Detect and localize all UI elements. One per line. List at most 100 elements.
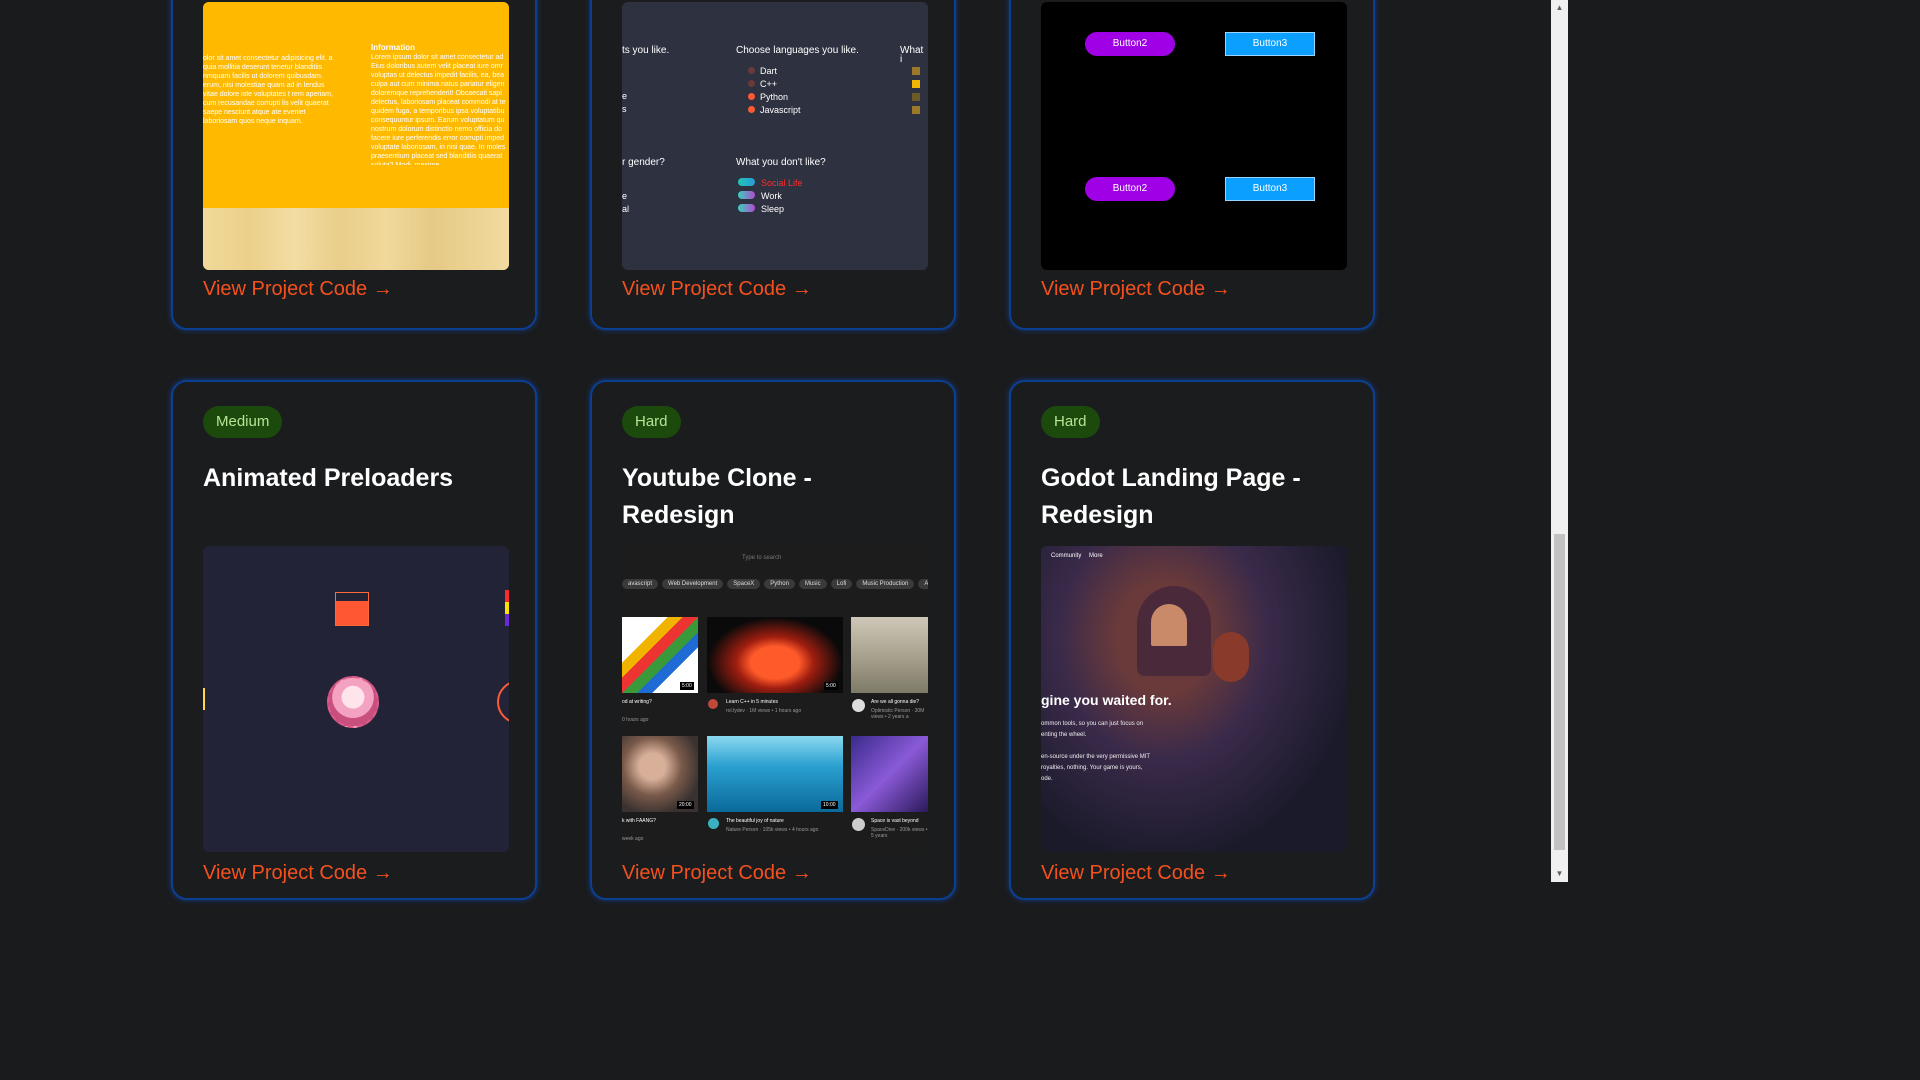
toggle-item[interactable]: Work	[738, 191, 803, 204]
video-duration: 20:00	[677, 801, 694, 809]
checkbox-label: Dart	[760, 66, 778, 76]
preview-wood-strip	[203, 208, 509, 270]
filter-chip[interactable]: Python	[764, 579, 795, 589]
preloader-square	[335, 592, 369, 626]
avatar	[327, 676, 379, 728]
demo-button[interactable]: Button2	[1085, 177, 1175, 201]
project-preview-image	[203, 546, 509, 852]
view-project-code-link[interactable]: View Project Code →	[622, 862, 812, 885]
preloader-ring	[497, 680, 509, 724]
video-thumbnail[interactable]	[851, 617, 928, 693]
toggle-switch[interactable]	[738, 204, 755, 212]
project-card-2: ts you like. Choose languages you like. …	[590, 0, 956, 330]
video-duration: 10:00	[821, 801, 838, 809]
toggle-label: Work	[761, 191, 782, 201]
video-meta: Nature Person · 105k views • 4 hours ago	[726, 827, 819, 833]
view-project-code-link[interactable]: View Project Code →	[203, 862, 393, 885]
view-project-code-link[interactable]: View Project Code →	[622, 278, 812, 301]
project-preview-image: Button2 Button3 Button2 Button3	[1041, 2, 1347, 270]
hero-text: ode.	[1041, 776, 1053, 782]
page-scrollbar[interactable]: ▲ ▼	[1551, 0, 1568, 882]
toggle-item[interactable]: Social Life	[738, 178, 803, 191]
preview-left-text: olor sit amet consectetur adipisicing el…	[203, 55, 333, 125]
filter-chip[interactable]: Anime	[918, 579, 928, 589]
video-thumbnail[interactable]	[707, 617, 843, 693]
toggle-switch[interactable]	[738, 178, 755, 186]
video-duration: 5:00	[680, 682, 694, 690]
video-title[interactable]: od at writing?	[622, 699, 652, 705]
checkbox-item[interactable]: Dart	[748, 66, 801, 79]
search-input[interactable]: Type to search	[742, 555, 781, 561]
view-project-code-link[interactable]: View Project Code →	[1041, 278, 1231, 301]
checkbox-label: C++	[760, 79, 778, 89]
checkbox-label: Python	[760, 92, 789, 102]
preview-right-text: Lorem ipsum dolor sit amet consectetur a…	[371, 54, 506, 165]
left-mark: e	[622, 191, 628, 201]
checkbox-item[interactable]: Python	[748, 92, 801, 105]
channel-avatar	[852, 818, 865, 831]
nav-item[interactable]: Community	[1051, 553, 1081, 559]
check-icon	[748, 106, 755, 113]
view-project-code-link[interactable]: View Project Code →	[203, 278, 393, 301]
hero-headline: gine you waited for.	[1041, 692, 1172, 708]
left-mark: s	[622, 104, 627, 114]
scroll-down-arrow-icon[interactable]: ▼	[1554, 868, 1565, 880]
toggle-switch[interactable]	[738, 191, 755, 199]
toggle-label: Sleep	[761, 204, 785, 214]
filter-chip[interactable]: Lofi	[830, 579, 853, 589]
toggle-label: Social Life	[761, 178, 803, 188]
checkbox-icon	[912, 106, 920, 114]
checkbox-item[interactable]: Javascript	[748, 105, 801, 118]
checkbox-icon	[912, 67, 920, 75]
project-preview-image: Community More gine you waited for. ommo…	[1041, 546, 1347, 852]
demo-button[interactable]: Button3	[1225, 177, 1315, 201]
project-title: Godot Landing Page - Redesign	[1041, 464, 1301, 529]
preview-question: ts you like.	[622, 45, 670, 56]
toggle-item[interactable]: Sleep	[738, 204, 803, 217]
filter-chip[interactable]: Music	[798, 579, 827, 589]
scroll-up-arrow-icon[interactable]: ▲	[1554, 2, 1565, 14]
video-title[interactable]: Learn C++ in 5 minutes	[726, 699, 778, 705]
video-title[interactable]: Space is vast beyond	[871, 818, 919, 824]
channel-avatar	[852, 699, 865, 712]
left-mark: e	[622, 91, 628, 101]
project-title: Youtube Clone - Redesign	[622, 464, 812, 529]
checkbox-icon	[912, 93, 920, 101]
scene-character	[1213, 632, 1249, 682]
chip-row: avascript Web Development SpaceX Python Musi…	[622, 572, 928, 590]
demo-button[interactable]: Button3	[1225, 32, 1315, 56]
hero-text: en-source under the very permissive MIT	[1041, 754, 1151, 760]
filter-chip[interactable]: avascript	[622, 579, 659, 589]
difficulty-badge: Hard	[622, 406, 681, 438]
toggle-list: Social Life Work Sleep	[738, 178, 803, 217]
demo-button[interactable]: Button2	[1085, 32, 1175, 56]
view-project-code-link[interactable]: View Project Code →	[1041, 862, 1231, 885]
project-preview-image: ts you like. Choose languages you like. …	[622, 2, 928, 270]
checkbox-icon	[748, 67, 755, 74]
project-card-3: Button2 Button3 Button2 Button3 View Pro…	[1009, 0, 1375, 330]
video-title[interactable]: Are we all gonna die?	[871, 699, 919, 705]
filter-chip[interactable]: Music Production	[856, 579, 915, 589]
checkbox-label: Javascript	[760, 105, 801, 115]
checkbox-icon	[748, 80, 755, 87]
hero-text: ommon tools, so you can just focus on	[1041, 721, 1144, 727]
filter-chip[interactable]: SpaceX	[727, 579, 761, 589]
scrollbar-thumb[interactable]	[1554, 534, 1565, 850]
video-duration: 5:00	[824, 682, 838, 690]
difficulty-badge: Medium	[203, 406, 283, 438]
nav-item[interactable]: More	[1089, 553, 1103, 559]
project-card-5: Hard Youtube Clone - Redesign Type to se…	[590, 380, 956, 900]
video-thumbnail[interactable]	[851, 736, 928, 812]
video-meta: week ago	[622, 836, 644, 842]
checkbox-item[interactable]: C++	[748, 79, 801, 92]
video-title[interactable]: k with FAANG?	[622, 818, 656, 824]
video-title[interactable]: The beautiful joy of nature	[726, 818, 784, 824]
preview-question: What i	[900, 45, 924, 65]
preloader-line	[203, 688, 205, 710]
left-mark: al	[622, 204, 630, 214]
preview-question: Choose languages you like.	[736, 45, 859, 56]
project-card-6: Hard Godot Landing Page - Redesign Commu…	[1009, 380, 1375, 900]
filter-chip[interactable]: Web Development	[662, 579, 724, 589]
preview-question: What you don't like?	[736, 157, 826, 168]
language-checklist: Dart C++ Python Javascript	[748, 66, 801, 118]
